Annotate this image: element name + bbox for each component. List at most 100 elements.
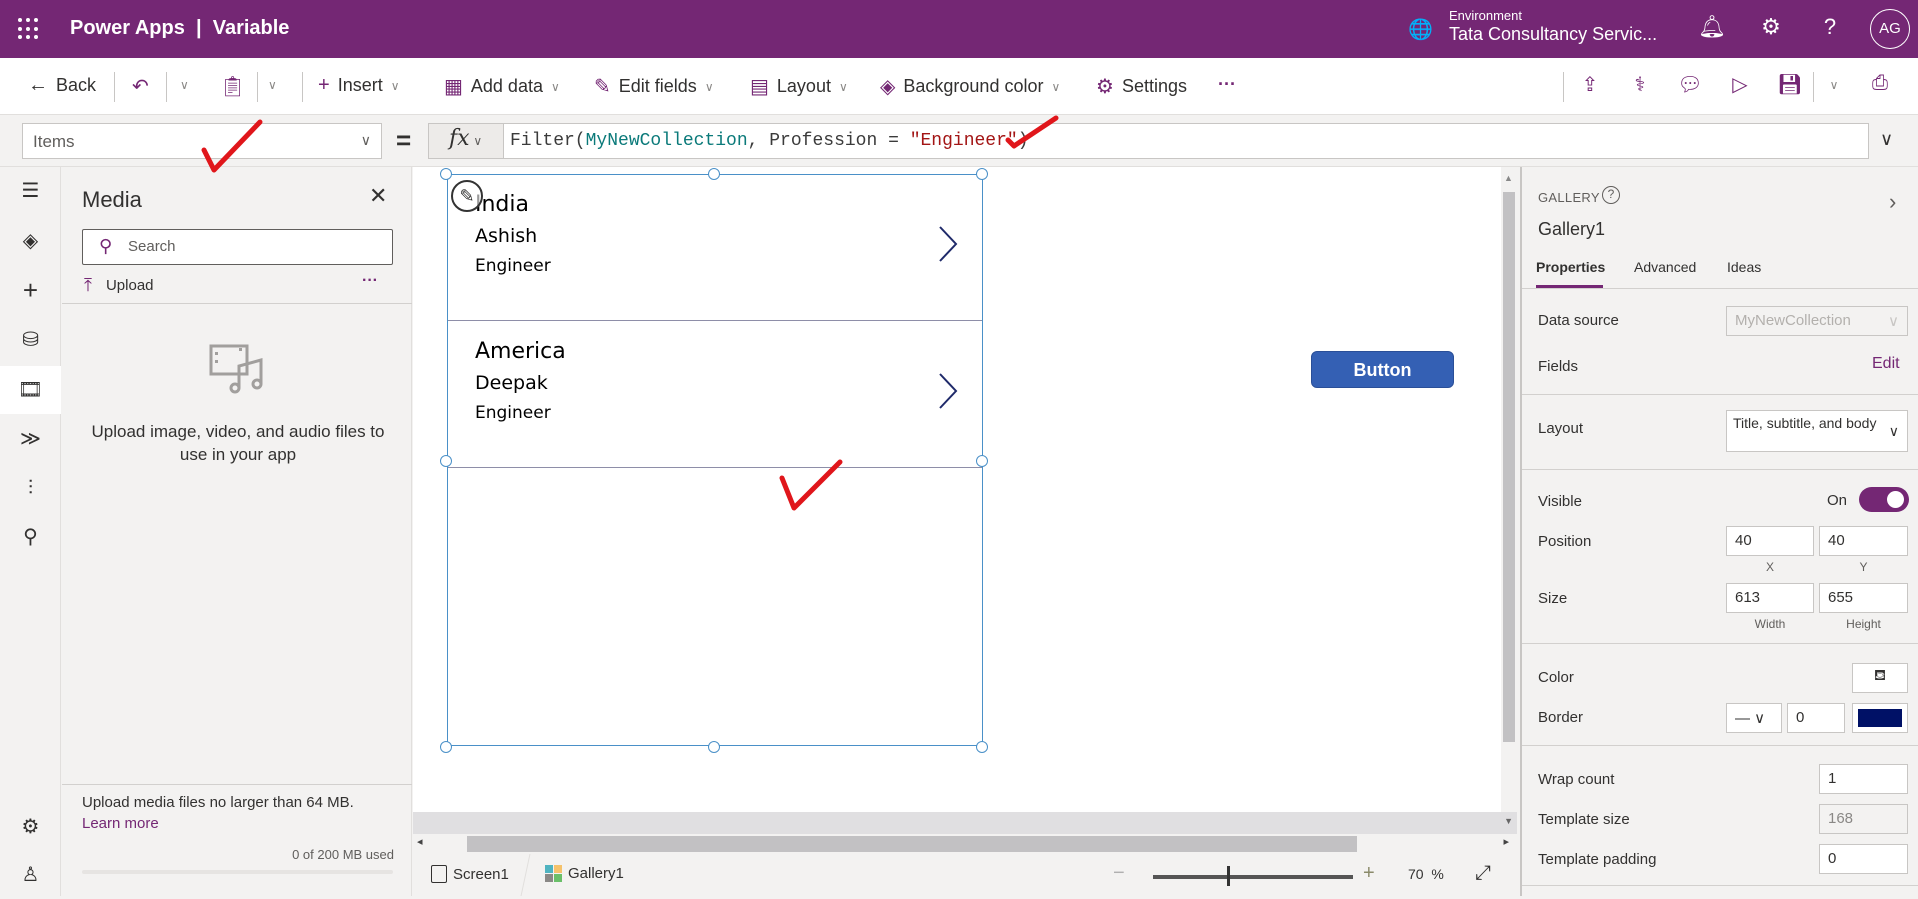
tab-ideas[interactable]: Ideas xyxy=(1727,259,1761,275)
zoom-slider-handle[interactable] xyxy=(1226,866,1230,886)
tree-view-layers-icon[interactable]: ◈ xyxy=(0,217,61,265)
background-color-label: Background color xyxy=(903,76,1044,96)
gallery-item[interactable]: India Ashish Engineer xyxy=(448,175,982,321)
chevron-right-icon[interactable] xyxy=(938,225,958,263)
data-cylinder-icon[interactable]: ⛁ xyxy=(0,316,61,364)
resize-handle[interactable] xyxy=(976,741,988,753)
horizontal-scrollbar[interactable]: ◂ ▸ xyxy=(413,834,1509,854)
background-color-button[interactable]: ◈ Background color ∨ xyxy=(880,74,1060,99)
function-picker-button[interactable]: fx ∨ xyxy=(428,123,504,159)
media-icon[interactable]: 🎞︎ xyxy=(0,366,61,414)
edit-template-pencil-icon[interactable]: ✎ xyxy=(451,180,483,212)
resize-handle[interactable] xyxy=(440,168,452,180)
scroll-down-arrow-icon[interactable]: ▼ xyxy=(1504,816,1513,826)
height-input[interactable]: 655 xyxy=(1819,583,1908,613)
border-style-dropdown[interactable]: — ∨ xyxy=(1726,703,1782,733)
save-dropdown-chevron-icon[interactable]: ∨ xyxy=(1819,78,1849,92)
save-icon[interactable]: 💾︎ xyxy=(1775,72,1805,97)
edit-fields-link[interactable]: Edit xyxy=(1872,355,1900,373)
width-input[interactable]: 613 xyxy=(1726,583,1814,613)
preview-play-icon[interactable]: ▷ xyxy=(1725,72,1755,97)
border-color-picker[interactable] xyxy=(1852,703,1908,733)
paste-dropdown[interactable]: ∨ xyxy=(268,78,277,92)
zoom-slider[interactable] xyxy=(1153,875,1353,879)
scroll-up-arrow-icon[interactable]: ▲ xyxy=(1504,173,1513,183)
settings-gear-icon[interactable]: ⚙ xyxy=(1756,14,1786,40)
tab-properties[interactable]: Properties xyxy=(1536,259,1605,275)
expand-formula-chevron-icon[interactable]: ∨ xyxy=(1880,129,1893,150)
vertical-scrollbar[interactable]: ▲ xyxy=(1501,170,1517,812)
fit-to-window-icon[interactable]: ⤢ xyxy=(1475,862,1491,885)
color-picker-button[interactable]: ⛾ xyxy=(1852,663,1908,693)
resize-handle[interactable] xyxy=(976,168,988,180)
resize-handle[interactable] xyxy=(440,455,452,467)
comments-icon[interactable]: 💬︎ xyxy=(1675,72,1705,97)
canvas-button[interactable]: Button xyxy=(1311,351,1454,388)
layout-dropdown[interactable]: Title, subtitle, and body ∨ xyxy=(1726,410,1908,452)
share-icon[interactable]: ⇪ xyxy=(1575,72,1605,97)
help-question-icon[interactable]: ? xyxy=(1815,14,1845,40)
resize-handle[interactable] xyxy=(976,455,988,467)
gallery-control[interactable]: India Ashish Engineer America Deepak Engineer xyxy=(447,174,983,746)
user-avatar[interactable]: AG xyxy=(1870,9,1910,49)
search-icon[interactable]: ⚲ xyxy=(0,513,61,561)
template-padding-input[interactable]: 0 xyxy=(1819,844,1908,874)
data-source-dropdown[interactable]: MyNewCollection ∨ xyxy=(1726,306,1908,336)
resize-handle[interactable] xyxy=(708,741,720,753)
template-size-input[interactable]: 168 xyxy=(1819,804,1908,834)
border-width-input[interactable]: 0 xyxy=(1787,703,1845,733)
paint-bucket-icon: ◈ xyxy=(880,76,896,98)
scroll-thumb[interactable] xyxy=(1503,192,1515,742)
tab-advanced[interactable]: Advanced xyxy=(1634,259,1696,275)
layout-button[interactable]: ▤ Layout ∨ xyxy=(750,74,848,99)
copilot-bot-icon[interactable]: ♙ xyxy=(0,851,61,899)
more-commands-button[interactable]: ··· xyxy=(1218,74,1236,95)
learn-more-link[interactable]: Learn more xyxy=(82,815,159,832)
property-dropdown[interactable]: Items ∨ xyxy=(22,123,382,159)
undo-dropdown[interactable]: ∨ xyxy=(180,78,189,92)
breadcrumb-gallery[interactable]: Gallery1 xyxy=(545,865,624,882)
position-y-input[interactable]: 40 xyxy=(1819,526,1908,556)
breadcrumb-screen[interactable]: Screen1 xyxy=(431,865,509,883)
gallery-item[interactable]: America Deepak Engineer xyxy=(448,322,982,468)
close-icon[interactable]: ✕ xyxy=(369,183,387,209)
media-search-input[interactable]: ⚲ Search xyxy=(82,229,393,265)
scroll-left-arrow-icon[interactable]: ◂ xyxy=(417,835,423,848)
insert-plus-icon[interactable]: + xyxy=(0,266,61,314)
scroll-right-arrow-icon[interactable]: ▸ xyxy=(1503,835,1509,848)
resize-handle[interactable] xyxy=(708,168,720,180)
notifications-bell-icon[interactable]: 🔔︎ xyxy=(1697,14,1727,40)
visible-toggle[interactable] xyxy=(1859,487,1909,512)
power-automate-icon[interactable]: ≫ xyxy=(0,415,61,463)
add-data-button[interactable]: ▦ Add data ∨ xyxy=(444,74,560,99)
publish-icon[interactable]: ⎙ xyxy=(1865,72,1895,95)
undo-button[interactable]: ↶ xyxy=(132,74,149,99)
zoom-out-button[interactable]: − xyxy=(1113,862,1125,885)
zoom-in-button[interactable]: + xyxy=(1363,862,1375,885)
wrap-count-input[interactable]: 1 xyxy=(1819,764,1908,794)
chevron-down-icon: ∨ xyxy=(469,134,483,148)
chevron-right-icon[interactable] xyxy=(938,372,958,410)
resize-handle[interactable] xyxy=(440,741,452,753)
hamburger-menu-icon[interactable]: ☰ xyxy=(0,167,61,215)
insert-button[interactable]: + Insert ∨ xyxy=(318,74,400,97)
app-launcher-icon[interactable] xyxy=(18,18,40,40)
help-question-icon[interactable]: ? xyxy=(1602,186,1620,204)
settings-button[interactable]: ⚙ Settings xyxy=(1096,74,1187,99)
layout-label: Layout xyxy=(1538,420,1584,437)
app-checker-stethoscope-icon[interactable]: ⚕ xyxy=(1625,72,1655,97)
settings-gear-icon[interactable]: ⚙ xyxy=(0,803,61,851)
advanced-tools-icon[interactable]: ⫶ xyxy=(0,464,61,512)
formula-input[interactable]: Filter(MyNewCollection, Profession = "En… xyxy=(503,123,1869,159)
environment-picker[interactable]: Tata Consultancy Servic... xyxy=(1449,24,1657,45)
chevron-right-icon[interactable]: › xyxy=(1889,189,1896,215)
position-x-input[interactable]: 40 xyxy=(1726,526,1814,556)
screen-name: Screen1 xyxy=(453,865,509,883)
wrap-count-label: Wrap count xyxy=(1538,771,1615,788)
scroll-thumb[interactable] xyxy=(467,836,1357,852)
media-more-options[interactable]: ··· xyxy=(362,272,378,290)
back-button[interactable]: ← Back xyxy=(28,74,96,97)
edit-fields-button[interactable]: ✎ Edit fields ∨ xyxy=(594,74,714,99)
upload-button[interactable]: ⤒ Upload xyxy=(84,275,154,296)
paste-button[interactable]: 📋︎ xyxy=(220,74,245,99)
